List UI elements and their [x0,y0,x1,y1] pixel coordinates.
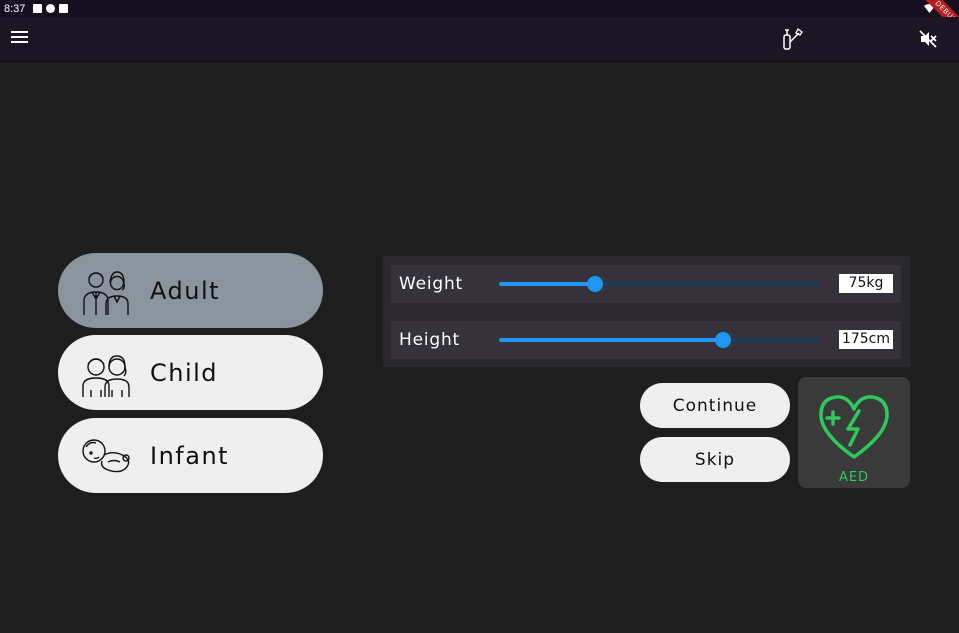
height-slider-fill [499,338,723,342]
height-slider-thumb[interactable] [715,332,731,348]
weight-slider-track[interactable] [499,276,819,292]
height-row: Height 175cm [391,321,901,359]
bag-valve-icon[interactable] [780,26,806,52]
patient-type-label: Infant [150,441,230,470]
adult-couple-icon [83,271,129,315]
patient-type-label: Adult [150,276,221,305]
weight-label: Weight [399,274,464,294]
volume-off-icon[interactable] [918,29,938,49]
height-slider-track[interactable] [499,332,819,348]
skip-button[interactable]: Skip [640,437,790,482]
notification-p-icon [46,4,56,13]
weight-slider-fill [499,282,595,286]
infant-icon [82,439,130,473]
heart-defibrillator-icon [819,395,889,459]
sd-card-icon [59,4,69,13]
height-label: Height [399,330,460,350]
weight-row: Weight 75kg [391,265,901,303]
status-notification-icons [33,4,69,13]
patient-type-adult-button[interactable]: Adult [58,253,323,328]
status-time: 8:37 [4,2,26,15]
aed-label: AED [838,470,870,485]
notification-a-icon [33,4,43,13]
status-bar: 8:37 DEBUG [0,0,959,41]
measurements-panel: Weight 75kg Height 175cm [383,256,910,367]
weight-value: 75kg [839,274,893,293]
patient-type-label: Child [150,358,219,387]
patient-type-child-button[interactable]: Child [58,335,323,410]
weight-slider-thumb[interactable] [587,276,603,292]
aed-button[interactable]: AED [798,377,910,488]
height-value: 175cm [838,330,893,349]
continue-button[interactable]: Continue [640,383,790,428]
hamburger-menu-icon[interactable] [11,31,28,45]
patient-type-infant-button[interactable]: Infant [58,418,323,493]
children-icon [82,355,130,397]
app-bar [0,17,959,62]
